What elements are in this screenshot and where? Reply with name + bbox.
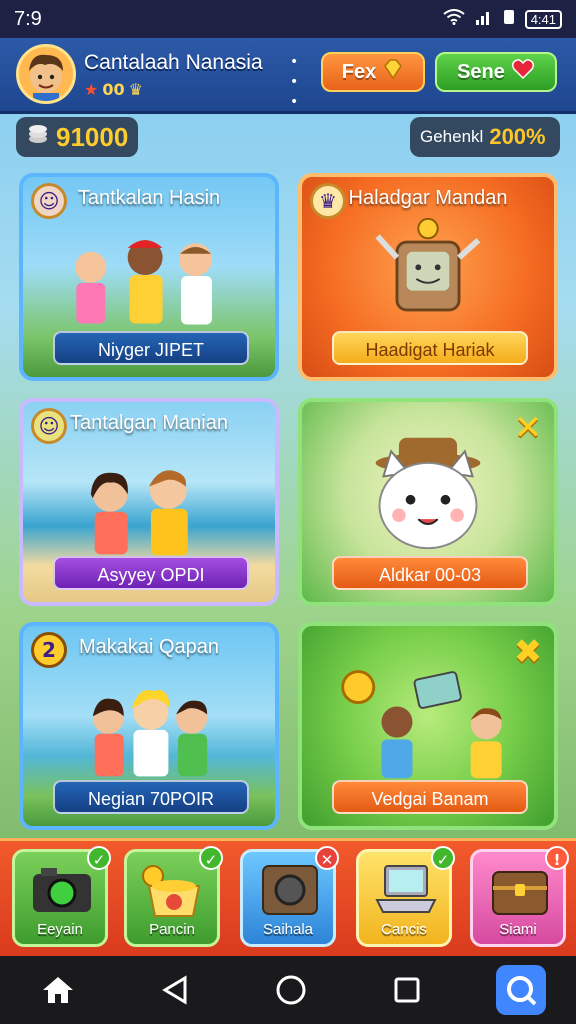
signal-icon xyxy=(475,9,493,30)
card-title: Tantalgan Manian xyxy=(70,412,228,434)
tile-label: Cancis xyxy=(381,921,427,938)
wifi-icon xyxy=(443,8,465,30)
game-card-3[interactable]: ☺ Tantalgan Manian Asyyey OPDI xyxy=(19,398,279,606)
star-icon: ★ xyxy=(84,80,99,99)
alert-badge-icon: ! xyxy=(545,846,569,870)
header-button-fex[interactable]: Fex xyxy=(321,52,425,92)
camera-icon xyxy=(33,868,91,912)
fruit-basket-icon xyxy=(142,865,201,917)
card-banner: Negian 70POIR xyxy=(53,780,249,814)
robot-illustration xyxy=(375,217,481,312)
bottom-shop-bar: ✓ Eeyain ✓ Pancin ✕ Saihala ✓ Cancis ! S… xyxy=(0,838,576,959)
card-banner: Haadigat Hariak xyxy=(332,331,528,365)
battery-indicator: 4:41 xyxy=(524,9,562,29)
header-button-fex-label: Fex xyxy=(341,60,377,83)
tile-label: Saihala xyxy=(262,921,314,938)
card-title: Makakai Qapan xyxy=(78,636,220,658)
tile-basket[interactable]: ✓ Pancin xyxy=(124,846,223,947)
tile-chest[interactable]: ! Siami xyxy=(470,846,569,947)
game-card-6[interactable]: ✖ Vedgai Banam xyxy=(298,622,558,830)
more-menu-icon[interactable]: • • • xyxy=(290,52,298,112)
card-title: Tantkalan Hasin xyxy=(77,187,221,209)
check-badge-icon: ✓ xyxy=(199,846,223,870)
search-icon[interactable] xyxy=(495,965,546,1015)
progress-label: Gehenkl xyxy=(420,127,484,146)
player-name: Cantalaah Nanasia xyxy=(84,51,263,74)
kids-pair-illustration xyxy=(90,470,188,556)
progress-percent: 200% xyxy=(489,124,546,149)
tile-label: Siami xyxy=(499,921,537,938)
circle-home-icon[interactable] xyxy=(263,962,319,1018)
crown-icon: ♛ xyxy=(128,80,143,99)
player-stats: ★ 00 ♛ xyxy=(84,80,143,99)
game-card-1[interactable]: ☺ Tantkalan Hasin Niyger JIPET xyxy=(19,173,279,381)
back-icon[interactable] xyxy=(147,962,203,1018)
treasure-chest-icon xyxy=(492,871,548,915)
game-card-2[interactable]: ♛ Haladgar Mandan Haadigat Hariak xyxy=(298,173,558,381)
laptop-icon xyxy=(375,865,437,913)
cat-hat-illustration xyxy=(375,437,481,550)
currency-amount: 91000 xyxy=(56,121,129,152)
progress-display: Gehenkl 200% xyxy=(410,117,560,157)
card-banner: Aldkar 00-03 xyxy=(332,556,528,590)
system-nav-bar xyxy=(0,956,576,1024)
home-icon[interactable] xyxy=(30,962,86,1018)
card-title: Haladgar Mandan xyxy=(348,187,508,209)
close-badge-icon: ✕ xyxy=(315,846,339,870)
header-button-sene[interactable]: Sene xyxy=(435,52,557,92)
tile-camera[interactable]: ✓ Eeyain xyxy=(12,846,111,947)
card-banner: Vedgai Banam xyxy=(332,780,528,814)
check-badge-icon: ✓ xyxy=(87,846,111,870)
card-banner: Asyyey OPDI xyxy=(53,556,249,590)
status-time: 7:9 xyxy=(14,7,42,30)
tile-laptop[interactable]: ✓ Cancis xyxy=(356,846,455,947)
celebrating-kids-illustration xyxy=(341,670,502,779)
status-icons: 4:41 xyxy=(443,8,562,30)
currency-display: 91000 xyxy=(16,117,138,157)
recents-icon[interactable] xyxy=(379,962,435,1018)
tile-label: Pancin xyxy=(149,921,195,938)
game-card-5[interactable]: 2 Makakai Qapan Negian 70POIR xyxy=(19,622,279,830)
kids-trio-illustration xyxy=(92,689,208,777)
tile-speaker[interactable]: ✕ Saihala xyxy=(240,846,339,947)
check-badge-icon: ✓ xyxy=(431,846,455,870)
heart-icon xyxy=(511,58,535,86)
sim-icon xyxy=(503,9,515,30)
gem-icon xyxy=(382,58,404,86)
player-avatar[interactable] xyxy=(16,44,76,104)
status-bar: 7:9 4:41 xyxy=(0,0,576,38)
top-header: Cantalaah Nanasia ★ 00 ♛ • • • Fex Sene xyxy=(0,38,576,114)
tile-label: Eeyain xyxy=(37,921,83,938)
game-card-4[interactable]: ✕ Aldkar 00-03 xyxy=(298,398,558,606)
header-button-sene-label: Sene xyxy=(457,60,505,83)
coin-stack-icon xyxy=(26,122,50,153)
player-level: 00 xyxy=(102,80,125,99)
card-banner: Niyger JIPET xyxy=(53,331,249,365)
speaker-box-icon xyxy=(262,865,318,915)
kids-group-illustration xyxy=(75,240,212,325)
